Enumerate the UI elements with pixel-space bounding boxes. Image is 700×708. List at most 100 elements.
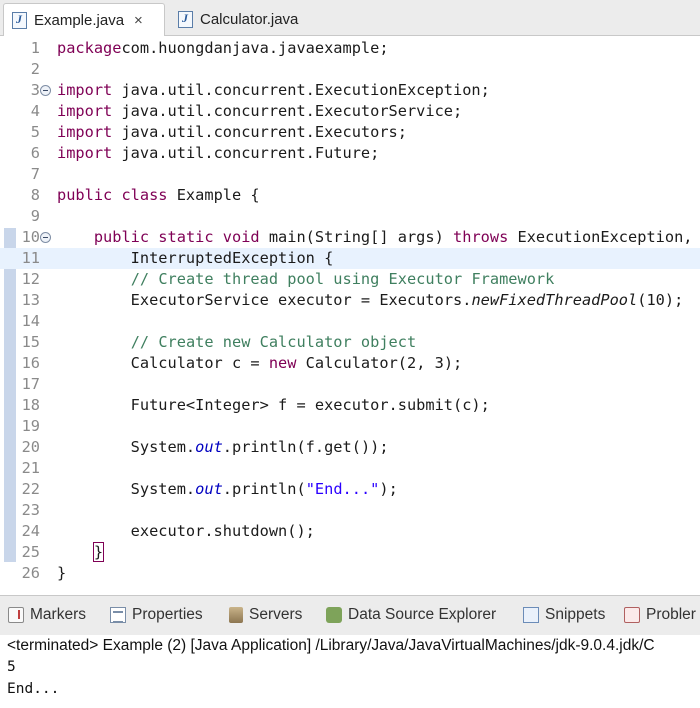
code-text: import java.util.concurrent.ExecutionExc…	[57, 80, 490, 101]
line-number: 15	[21, 333, 40, 351]
code-line[interactable]: 13 ExecutorService executor = Executors.…	[0, 290, 700, 311]
tab-data-source-explorer[interactable]: Data Source Explorer	[326, 606, 496, 624]
code-line[interactable]: 5 import java.util.concurrent.Executors;	[0, 122, 700, 143]
code-line[interactable]: 9	[0, 206, 700, 227]
line-number: 21	[21, 459, 40, 477]
tab-label: Snippets	[545, 606, 606, 623]
code-line[interactable]: 18 Future<Integer> f = executor.submit(c…	[0, 395, 700, 416]
line-number: 4	[30, 102, 40, 120]
code-token: System.	[57, 480, 196, 498]
line-number: 20	[21, 438, 40, 456]
code-token: public static void	[93, 228, 260, 246]
code-line[interactable]: 19	[0, 416, 700, 437]
code-line[interactable]: 1 packagecom.huongdanjava.javaexample;	[0, 38, 700, 59]
code-token: System.	[57, 438, 196, 456]
code-line[interactable]: 20 System.out.println(f.get());	[0, 437, 700, 458]
line-number: 8	[30, 186, 40, 204]
tab-properties[interactable]: Properties	[110, 606, 203, 624]
line-number: 25	[21, 543, 40, 561]
console-output-line: 5	[7, 659, 16, 675]
close-icon[interactable]: ×	[134, 12, 143, 29]
code-token: java.util.concurrent.ExecutionException;	[112, 81, 490, 99]
code-line[interactable]: 7	[0, 164, 700, 185]
code-text: executor.shutdown();	[57, 521, 315, 542]
code-text: System.out.println(f.get());	[57, 437, 389, 458]
code-text: System.out.println("End...");	[57, 479, 398, 500]
tab-label: Servers	[249, 606, 303, 623]
line-number: 11	[21, 249, 40, 267]
line-number: 10	[21, 228, 40, 246]
line-number: 16	[21, 354, 40, 372]
code-text: }	[57, 563, 66, 584]
tab-label: Markers	[30, 606, 86, 623]
code-line[interactable]: 2	[0, 59, 700, 80]
code-token: out	[195, 480, 223, 498]
line-number: 3	[30, 81, 40, 99]
code-token: import	[57, 144, 113, 162]
tab-servers[interactable]: Servers	[229, 606, 302, 624]
code-text: ExecutorService executor = Executors.new…	[57, 290, 684, 311]
code-line[interactable]: 24 executor.shutdown();	[0, 521, 700, 542]
code-token: Example {	[167, 186, 260, 204]
code-text: // Create new Calculator object	[57, 332, 417, 353]
code-line[interactable]: 21	[0, 458, 700, 479]
code-line[interactable]: 26}	[0, 563, 700, 584]
code-line[interactable]: 22 System.out.println("End...");	[0, 479, 700, 500]
line-number: 12	[21, 270, 40, 288]
line-number: 2	[30, 60, 40, 78]
code-text: public class Example {	[57, 185, 260, 206]
code-text: public static void main(String[] args) t…	[57, 227, 693, 248]
code-token: Calculator(2, 3);	[296, 354, 463, 372]
code-token: import	[57, 123, 113, 141]
console-view[interactable]: <terminated> Example (2) [Java Applicati…	[0, 635, 700, 708]
code-line[interactable]: 17	[0, 374, 700, 395]
code-line[interactable]: 8 public class Example {	[0, 185, 700, 206]
code-line[interactable]: 6 import java.util.concurrent.Future;	[0, 143, 700, 164]
code-line[interactable]: 3 import java.util.concurrent.ExecutionEx…	[0, 80, 700, 101]
tab-problems[interactable]: Probler	[624, 606, 696, 624]
code-text: packagecom.huongdanjava.javaexample;	[57, 38, 389, 59]
line-number: 14	[21, 312, 40, 330]
code-editor[interactable]: 1 packagecom.huongdanjava.javaexample; 2 3 i…	[0, 36, 700, 592]
code-line[interactable]: 12 // Create thread pool using Executor …	[0, 269, 700, 290]
code-line[interactable]: 10 public static void main(String[] args…	[0, 227, 700, 248]
code-token: .println(f.get());	[222, 438, 389, 456]
code-line[interactable]: 16 Calculator c = new Calculator(2, 3);	[0, 353, 700, 374]
code-token: newFixedThreadPool	[471, 291, 638, 309]
collapse-fold-icon[interactable]	[40, 232, 51, 243]
code-token: "End..."	[305, 480, 380, 498]
code-token: java.util.concurrent.Executors;	[112, 123, 407, 141]
tab-example-java[interactable]: Example.java ×	[3, 3, 165, 36]
code-token: import	[57, 102, 113, 120]
code-line[interactable]: 4 import java.util.concurrent.ExecutorSer…	[0, 101, 700, 122]
code-line[interactable]: 25 }	[0, 542, 700, 563]
code-token: // Create new Calculator object	[130, 333, 417, 351]
java-file-icon	[12, 11, 27, 29]
code-token: = Executors.	[351, 291, 472, 309]
tab-label: Example.java	[34, 11, 125, 29]
line-number: 1	[30, 39, 40, 57]
line-number: 19	[21, 417, 40, 435]
code-token: .println(	[222, 480, 306, 498]
collapse-fold-icon[interactable]	[40, 85, 51, 96]
code-line[interactable]: 23	[0, 500, 700, 521]
code-line[interactable]: 11 InterruptedException {	[0, 248, 700, 269]
tab-label: Data Source Explorer	[348, 606, 497, 623]
tab-calculator-java[interactable]: Calculator.java	[170, 3, 340, 36]
code-text: import java.util.concurrent.ExecutorServ…	[57, 101, 462, 122]
code-token: throws	[453, 228, 509, 246]
code-token: Future<Integer> f = executor.submit(c);	[57, 396, 490, 414]
line-number: 26	[21, 564, 40, 582]
code-line[interactable]: 14	[0, 311, 700, 332]
code-token: new	[268, 354, 297, 372]
properties-icon	[110, 607, 126, 623]
tab-markers[interactable]: Markers	[8, 606, 86, 624]
editor-tab-bar: Example.java × Calculator.java	[0, 0, 700, 36]
code-token: }	[92, 542, 105, 562]
tab-snippets[interactable]: Snippets	[523, 606, 605, 624]
code-line[interactable]: 15 // Create new Calculator object	[0, 332, 700, 353]
code-text: import java.util.concurrent.Executors;	[57, 122, 407, 143]
code-text: import java.util.concurrent.Future;	[57, 143, 379, 164]
